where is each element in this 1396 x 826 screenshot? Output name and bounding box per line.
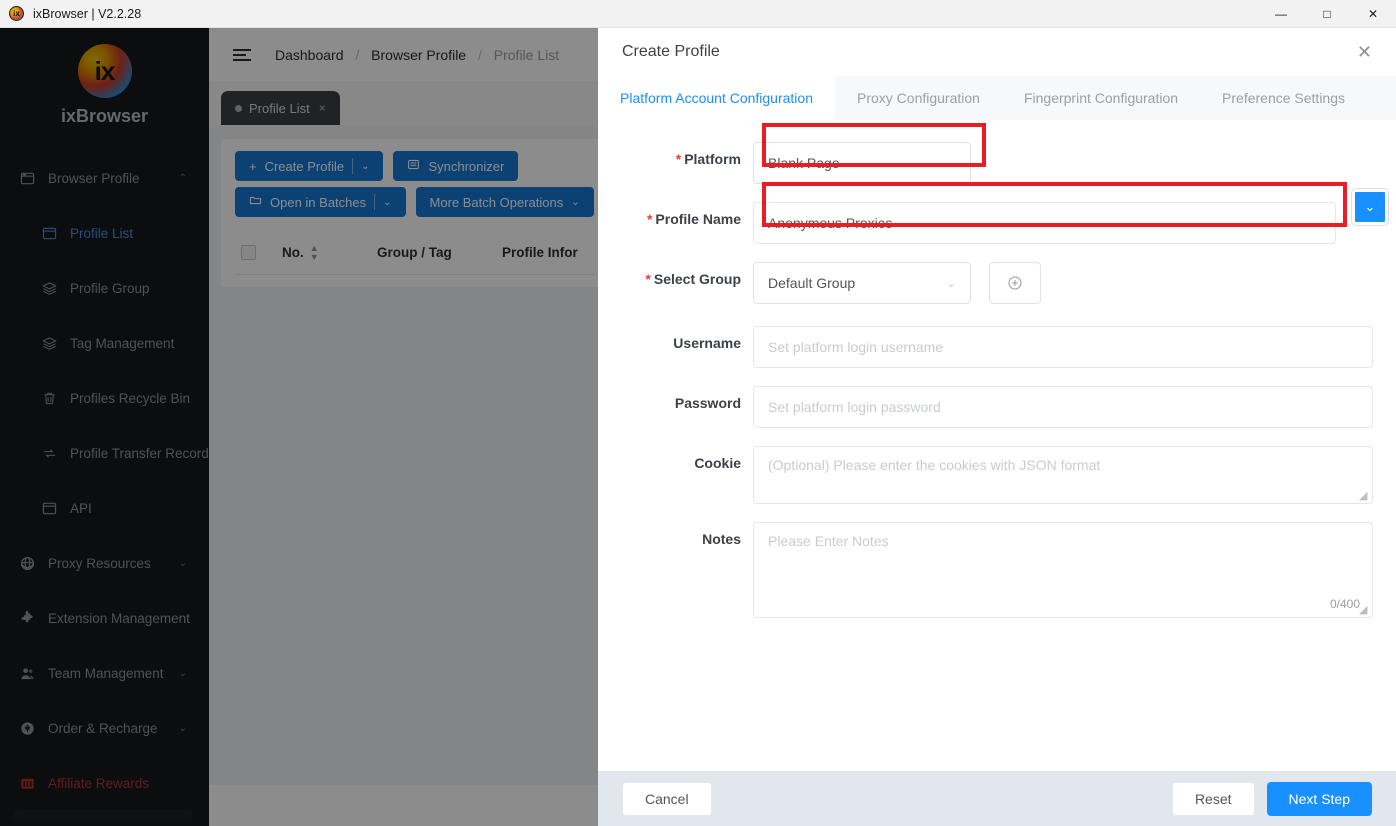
notes-label: Notes: [702, 531, 741, 547]
username-placeholder: Set platform login username: [768, 339, 944, 355]
chevron-down-icon: ⌄: [946, 277, 956, 290]
password-placeholder: Set platform login password: [768, 399, 941, 415]
password-input[interactable]: Set platform login password: [753, 386, 1373, 428]
select-group-control: Default Group ⌄: [753, 262, 1041, 304]
tab-platform-account-configuration[interactable]: Platform Account Configuration: [598, 76, 835, 120]
username-control: Set platform login username: [753, 326, 1373, 368]
platform-label: * Platform: [598, 142, 753, 167]
add-group-button[interactable]: [989, 262, 1041, 304]
ixbrowser-logo-icon: [9, 6, 24, 21]
select-group-label-text: Select Group: [653, 271, 741, 287]
modal-tabs: Platform Account Configuration Proxy Con…: [598, 76, 1396, 120]
notes-placeholder: Please Enter Notes: [768, 533, 889, 549]
tab-preference-settings[interactable]: Preference Settings: [1200, 76, 1367, 120]
field-row-username: Username Set platform login username: [598, 326, 1396, 368]
select-group-select[interactable]: Default Group ⌄: [753, 262, 971, 304]
modal-body: * Platform Blank Page ⌄ * Profile Name Ano…: [598, 120, 1396, 771]
cookie-placeholder: (Optional) Please enter the cookies with…: [768, 457, 1101, 473]
profile-name-dropdown-button[interactable]: ⌄: [1352, 189, 1388, 225]
reset-button[interactable]: Reset: [1171, 781, 1255, 816]
username-input[interactable]: Set platform login username: [753, 326, 1373, 368]
password-label: Password: [674, 395, 741, 411]
field-row-password: Password Set platform login password: [598, 386, 1396, 428]
required-star: *: [645, 271, 651, 287]
select-group-label: * Select Group: [598, 262, 753, 287]
cookie-label: Cookie: [694, 455, 741, 471]
window-title: ixBrowser | V2.2.28: [33, 6, 142, 21]
select-group-selected-value: Default Group: [768, 275, 856, 291]
field-row-platform: * Platform Blank Page ⌄: [598, 142, 1396, 184]
platform-control: Blank Page ⌄: [753, 142, 971, 184]
field-row-notes: Notes Please Enter Notes 0/400 ◢: [598, 522, 1396, 618]
profile-name-label: * Profile Name: [598, 202, 753, 227]
field-row-profile-name: * Profile Name Anonymous Proxies: [598, 202, 1396, 244]
tab-fingerprint-configuration[interactable]: Fingerprint Configuration: [1002, 76, 1200, 120]
create-profile-modal: Create Profile ✕ Platform Account Config…: [598, 28, 1396, 826]
chevron-down-icon: ⌄: [1364, 199, 1376, 214]
resize-grip-icon[interactable]: ◢: [1359, 605, 1369, 616]
notes-char-counter: 0/400: [1329, 597, 1360, 611]
tab-proxy-configuration[interactable]: Proxy Configuration: [835, 76, 1002, 120]
resize-grip-icon[interactable]: ◢: [1359, 491, 1369, 502]
notes-control: Please Enter Notes 0/400 ◢: [753, 522, 1373, 618]
cookie-textarea[interactable]: (Optional) Please enter the cookies with…: [753, 446, 1373, 504]
required-star: *: [675, 151, 682, 167]
close-icon[interactable]: ✕: [1357, 43, 1372, 61]
modal-header: Create Profile ✕: [598, 28, 1396, 76]
modal-title: Create Profile: [622, 43, 720, 60]
platform-select[interactable]: Blank Page ⌄: [753, 142, 971, 184]
modal-footer: Cancel Reset Next Step: [598, 771, 1396, 826]
cancel-button[interactable]: Cancel: [622, 781, 712, 816]
window-controls: — □ ✕: [1258, 0, 1396, 28]
chevron-down-icon: ⌄: [946, 157, 956, 170]
minimize-button[interactable]: —: [1258, 0, 1304, 28]
next-step-button[interactable]: Next Step: [1266, 781, 1372, 816]
cookie-control: (Optional) Please enter the cookies with…: [753, 446, 1373, 504]
profile-name-control: Anonymous Proxies: [753, 202, 1336, 244]
close-window-button[interactable]: ✕: [1350, 0, 1396, 28]
notes-textarea[interactable]: Please Enter Notes 0/400 ◢: [753, 522, 1373, 618]
profile-name-input[interactable]: Anonymous Proxies: [753, 202, 1336, 244]
platform-label-text: Platform: [684, 151, 741, 167]
required-star: *: [646, 211, 653, 227]
plus-circle-icon: [1008, 276, 1022, 290]
platform-selected-value: Blank Page: [768, 155, 840, 171]
window-titlebar: ixBrowser | V2.2.28 — □ ✕: [0, 0, 1396, 28]
profile-name-label-text: Profile Name: [655, 211, 741, 227]
field-row-cookie: Cookie (Optional) Please enter the cooki…: [598, 446, 1396, 504]
username-label: Username: [673, 335, 741, 351]
field-row-select-group: * Select Group Default Group ⌄: [598, 262, 1396, 304]
password-control: Set platform login password: [753, 386, 1373, 428]
maximize-button[interactable]: □: [1304, 0, 1350, 28]
